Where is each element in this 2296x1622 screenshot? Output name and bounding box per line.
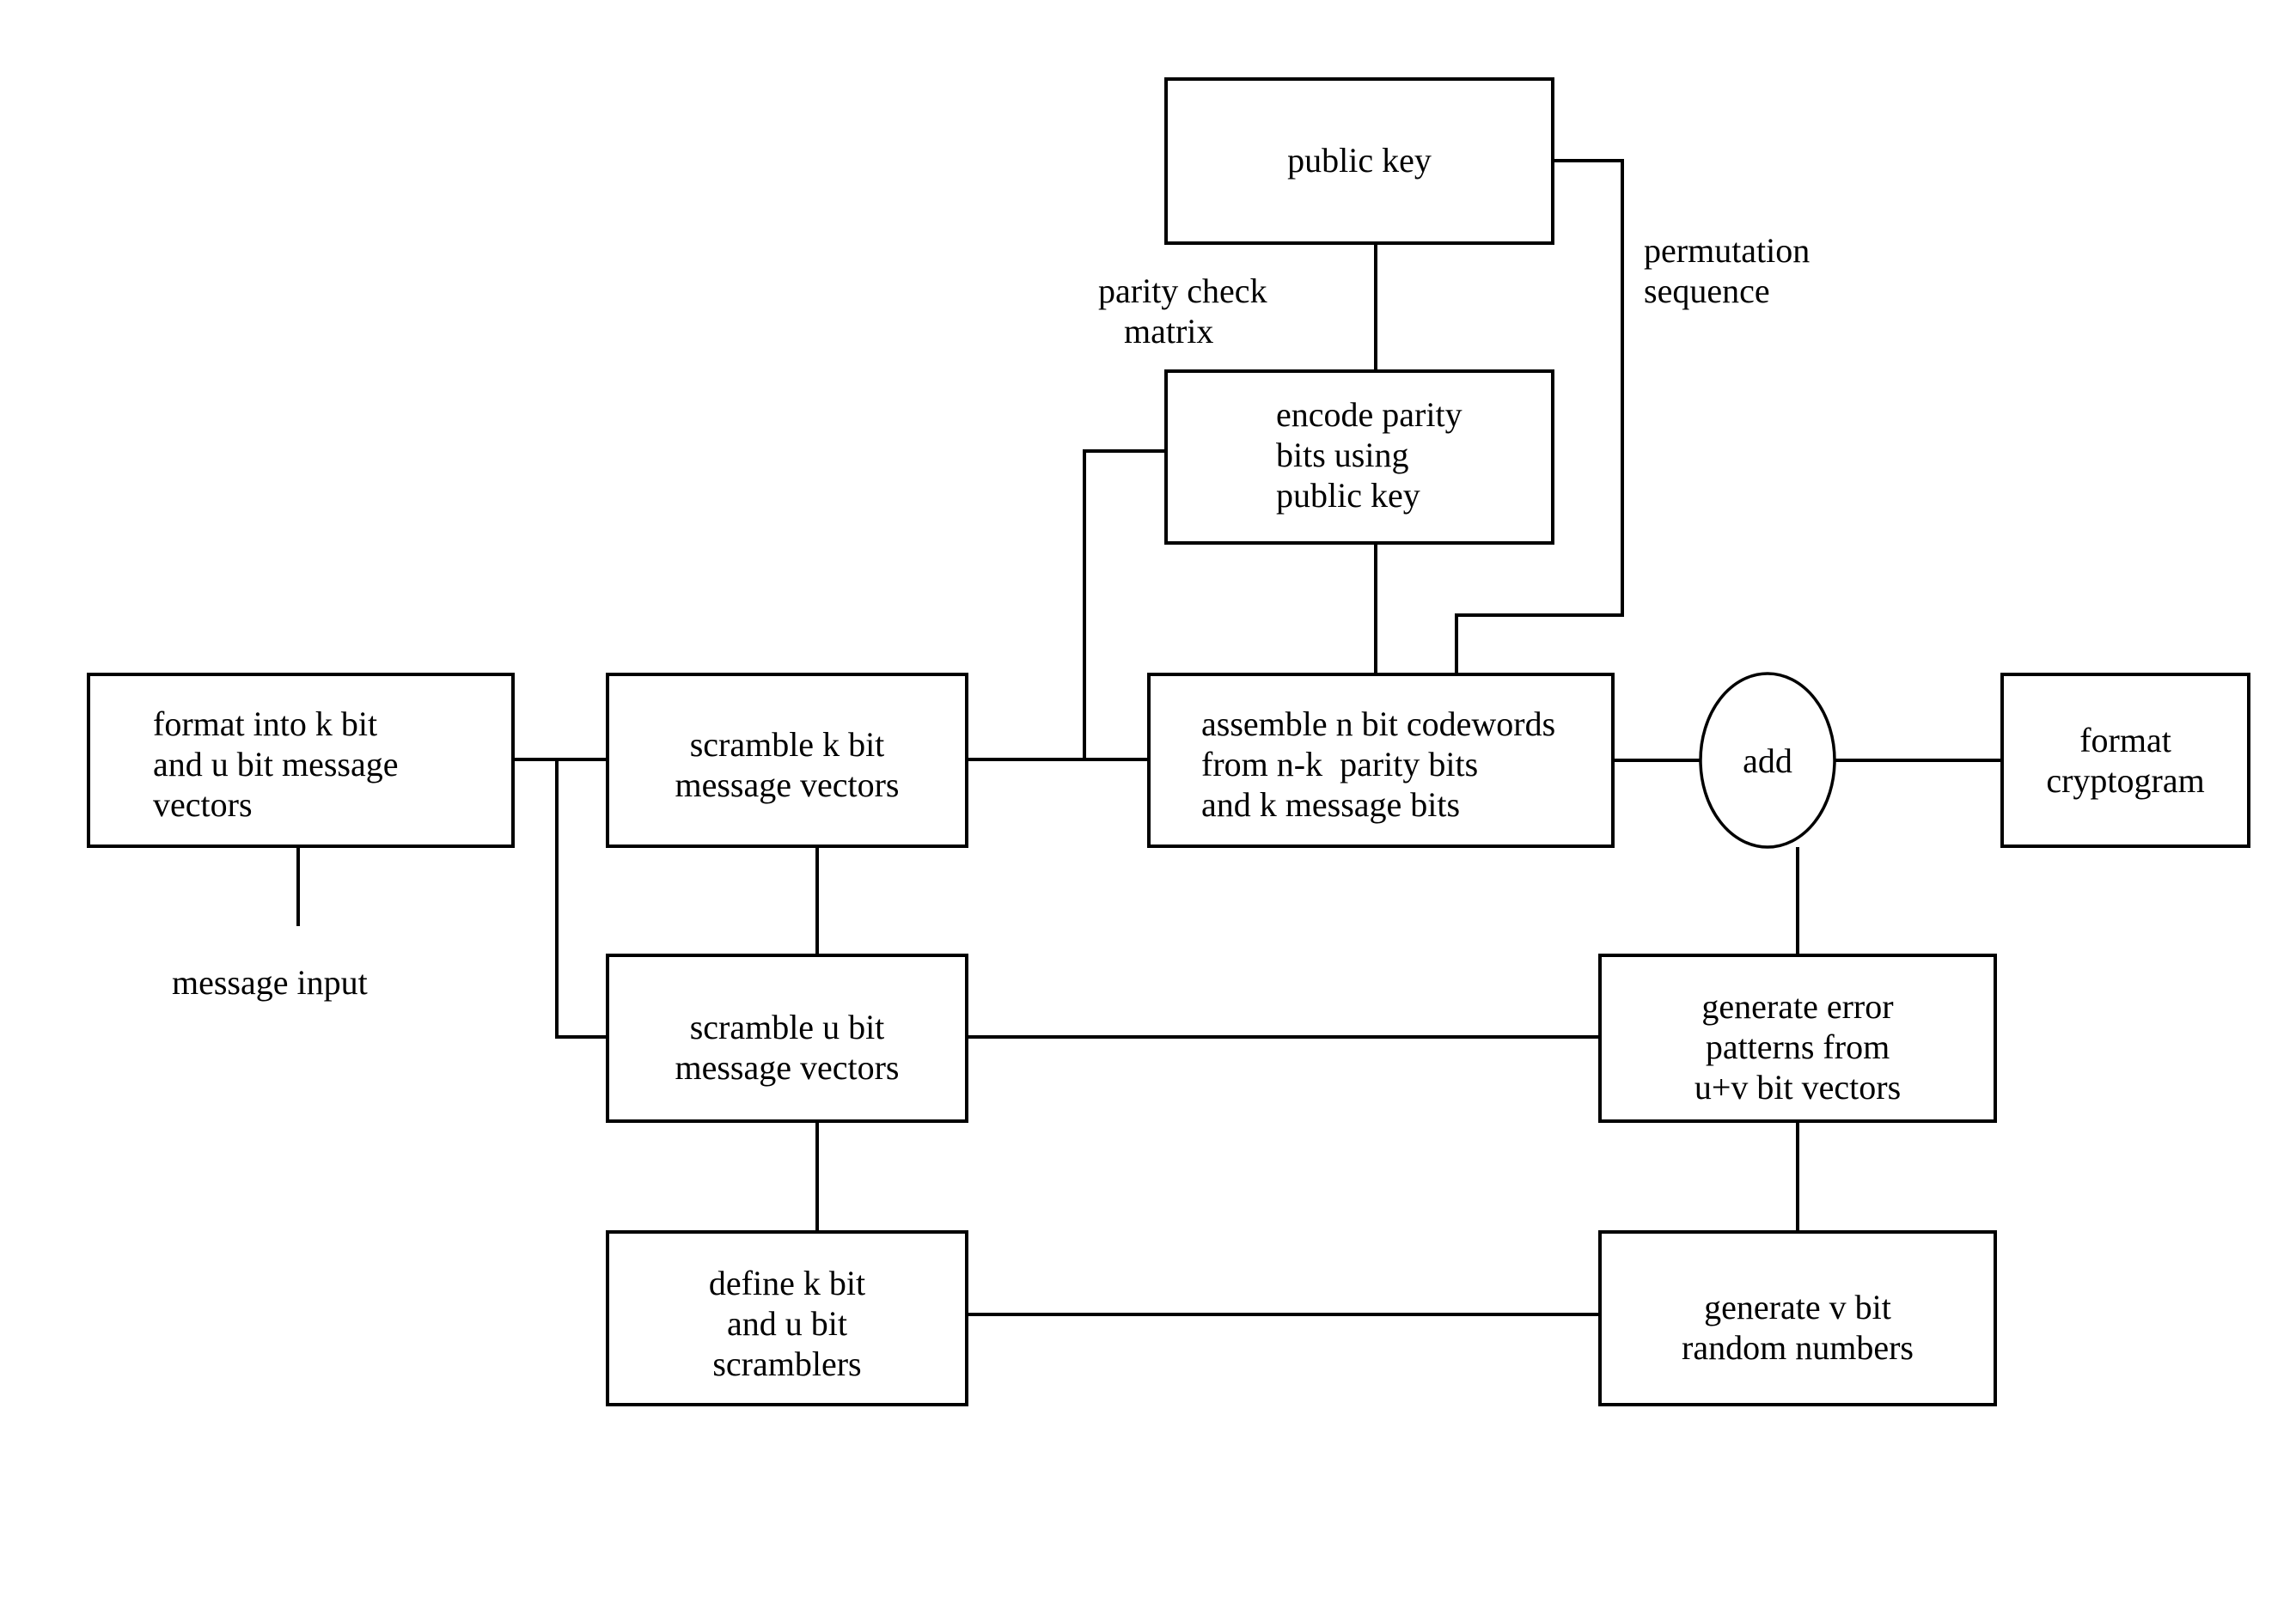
node-box-generate-random[interactable] [1598, 1230, 1997, 1406]
node-box-scramble-k[interactable] [606, 673, 968, 848]
node-box-format-cryptogram[interactable] [2000, 673, 2250, 848]
node-box-encode-parity[interactable] [1164, 369, 1554, 545]
edge-label-permutation-sequence: permutation sequence [1644, 231, 1811, 311]
node-box-define-scramblers[interactable] [606, 1230, 968, 1406]
node-box-assemble-codewords[interactable] [1147, 673, 1615, 848]
wire-permutation-sequence [1455, 159, 1624, 674]
node-box-public-key[interactable] [1164, 77, 1554, 245]
node-box-generate-error[interactable] [1598, 954, 1997, 1123]
node-shape-add[interactable] [1699, 672, 1836, 849]
node-box-scramble-u[interactable] [606, 954, 968, 1123]
block-diagram: public key encode parity bits using publ… [0, 0, 2296, 1622]
wire-encode-parity-to-message-bus [1083, 449, 1166, 759]
edge-label-parity-check-matrix: parity check matrix [1098, 271, 1267, 351]
wire-format-to-scramble-u [555, 759, 608, 1039]
edge-label-message-input: message input [172, 963, 368, 1002]
node-box-format-message[interactable] [87, 673, 515, 848]
